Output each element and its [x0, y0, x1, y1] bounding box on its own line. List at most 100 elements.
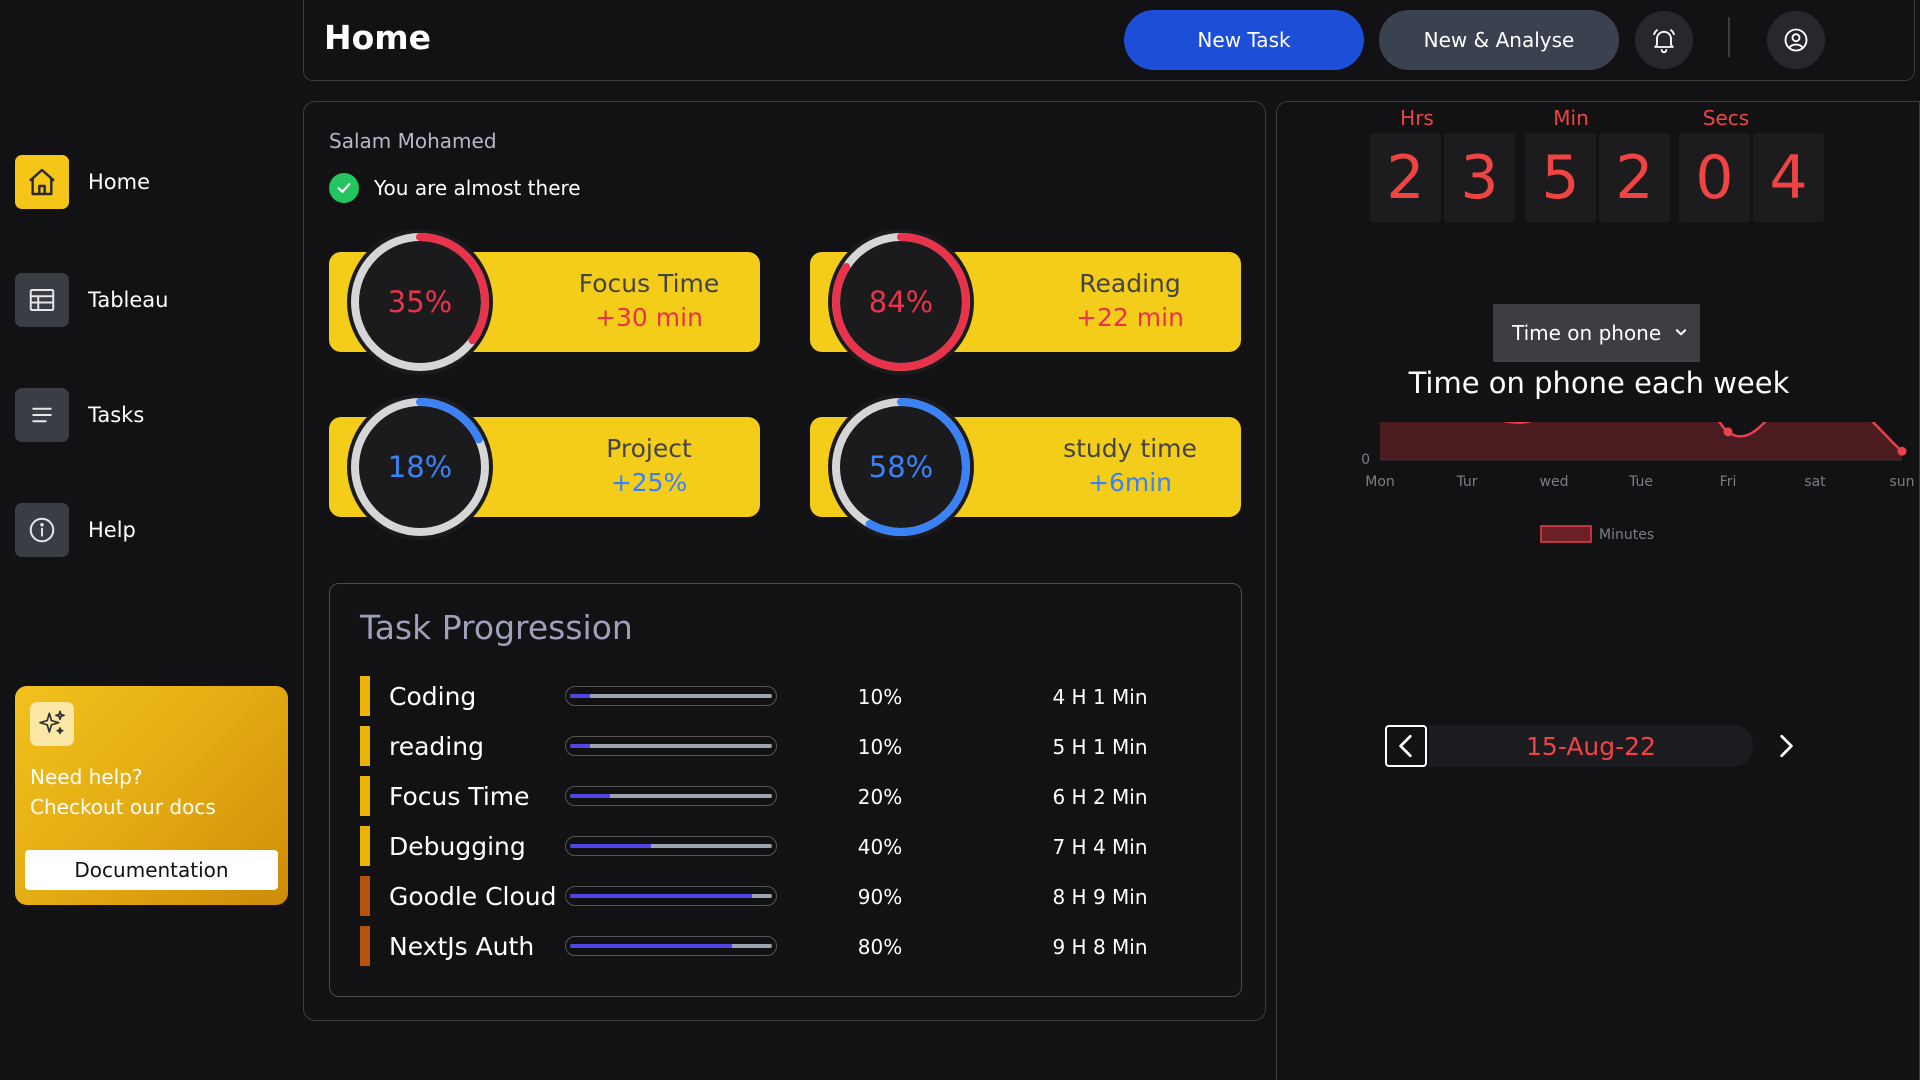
task-marker — [360, 726, 370, 766]
help-card: Need help? Checkout our docs Documentati… — [15, 686, 288, 905]
stat-card-reading: 84% Reading +22 min — [810, 229, 1241, 375]
task-time: 7 H 4 Min — [1052, 835, 1148, 859]
task-marker — [360, 676, 370, 716]
task-progress-bar — [565, 786, 777, 806]
task-row[interactable]: reading 10% 5 H 1 Min — [360, 726, 1220, 766]
y-tick-label: 50 — [1352, 422, 1370, 424]
metric-select-value: Time on phone — [1512, 321, 1662, 345]
page-title: Home — [324, 18, 432, 57]
task-row[interactable]: NextJs Auth 80% 9 H 8 Min — [360, 926, 1220, 966]
task-name: NextJs Auth — [389, 932, 535, 961]
task-progress-bar — [565, 736, 777, 756]
stat-percent: 35% — [387, 285, 453, 319]
status-text: You are almost there — [374, 176, 581, 200]
x-tick-label: Mon — [1365, 474, 1395, 490]
stat-percent: 58% — [868, 450, 934, 484]
timer-digit: 2 — [1599, 133, 1670, 222]
sidebar-item-home[interactable]: Home — [15, 155, 150, 209]
task-progress-bar — [565, 686, 777, 706]
stat-delta: +30 min — [595, 303, 703, 332]
right-panel: Hrs Min Secs 2 3 5 2 0 4 Time on phone T… — [1276, 101, 1920, 1080]
task-row[interactable]: Coding 10% 4 H 1 Min — [360, 676, 1220, 716]
task-time: 4 H 1 Min — [1052, 685, 1148, 709]
next-date-button[interactable] — [1765, 725, 1807, 767]
sidebar: Home Tableau Tasks Help Need help? Check… — [0, 0, 300, 1080]
task-percent: 80% — [857, 935, 903, 959]
stat-card-study-time: 58% study time +6min — [810, 394, 1241, 540]
data-point — [1723, 427, 1733, 437]
task-time: 9 H 8 Min — [1052, 935, 1148, 959]
task-progress-bar — [565, 836, 777, 856]
task-marker — [360, 776, 370, 816]
sidebar-item-label: Home — [88, 170, 151, 194]
chevron-down-icon — [1675, 329, 1687, 336]
task-name: Coding — [389, 682, 477, 711]
task-row[interactable]: Goodle Cloud 90% 8 H 9 Min — [360, 876, 1220, 916]
task-name: Focus Time — [389, 782, 530, 811]
legend-label: Minutes — [1599, 527, 1654, 543]
stat-card-focus-time: 35% Focus Time +30 min — [329, 229, 760, 375]
task-progress-fill — [570, 894, 752, 898]
task-percent: 10% — [857, 735, 903, 759]
progress-ring: 35% — [347, 229, 493, 375]
new-task-button[interactable]: New Task — [1124, 10, 1364, 70]
help-subtitle: Checkout our docs — [30, 795, 216, 819]
task-percent: 90% — [857, 885, 903, 909]
phone-time-chart: 050100150200250MonTurwedTueFrisatsunMinu… — [1352, 422, 1915, 543]
header-divider — [1728, 17, 1730, 57]
task-percent: 40% — [857, 835, 903, 859]
check-circle-icon — [329, 173, 359, 203]
task-progress-fill — [570, 744, 591, 748]
user-circle-icon[interactable] — [1767, 11, 1825, 69]
stat-title: Focus Time — [578, 269, 720, 298]
prev-date-button[interactable] — [1385, 725, 1427, 767]
task-time: 6 H 2 Min — [1052, 785, 1148, 809]
stat-delta: +25% — [610, 468, 688, 497]
task-progress-fill — [570, 794, 611, 798]
status-row: You are almost there — [329, 173, 581, 203]
help-text: Need help? Checkout our docs — [30, 762, 270, 822]
task-name: reading — [389, 732, 484, 761]
metric-select[interactable]: Time on phone — [1493, 304, 1700, 362]
new-analyse-button[interactable]: New & Analyse — [1379, 10, 1619, 70]
sparkle-icon — [30, 702, 74, 746]
top-header: Home New Task New & Analyse — [303, 0, 1915, 81]
timer-hrs-label: Hrs — [1400, 106, 1434, 130]
x-tick-label: sun — [1889, 474, 1914, 490]
bell-icon[interactable] — [1635, 11, 1693, 69]
sidebar-item-label: Help — [88, 518, 136, 542]
task-progress-fill — [570, 694, 591, 698]
task-row[interactable]: Focus Time 20% 6 H 2 Min — [360, 776, 1220, 816]
stat-title: Project — [606, 434, 692, 463]
date-display: 15-Aug-22 — [1429, 725, 1753, 767]
task-progression-title: Task Progression — [360, 608, 633, 647]
timer-digit: 2 — [1370, 133, 1441, 222]
task-progress-bar — [565, 886, 777, 906]
task-time: 8 H 9 Min — [1052, 885, 1148, 909]
user-name: Salam Mohamed — [329, 129, 497, 153]
stat-delta: +6min — [1088, 468, 1172, 497]
stat-percent: 84% — [868, 285, 934, 319]
info-icon — [15, 503, 69, 557]
sidebar-item-help[interactable]: Help — [15, 503, 136, 557]
documentation-button[interactable]: Documentation — [25, 850, 278, 890]
timer-digit: 0 — [1679, 133, 1750, 222]
sidebar-item-tableau[interactable]: Tableau — [15, 273, 168, 327]
stat-title: study time — [1063, 434, 1197, 463]
task-percent: 10% — [857, 685, 903, 709]
stat-delta: +22 min — [1076, 303, 1184, 332]
x-tick-label: Tur — [1455, 474, 1477, 490]
chart-title: Time on phone each week — [1408, 366, 1790, 400]
stat-percent: 18% — [387, 450, 453, 484]
task-progress-fill — [570, 944, 732, 948]
task-progress-bar — [565, 936, 777, 956]
stat-card-project: 18% Project +25% — [329, 394, 760, 540]
timer-min-label: Min — [1553, 106, 1589, 130]
timer-digit: 4 — [1753, 133, 1824, 222]
task-row[interactable]: Debugging 40% 7 H 4 Min — [360, 826, 1220, 866]
timer-digit: 5 — [1525, 133, 1596, 222]
stat-title: Reading — [1079, 269, 1181, 298]
series-area — [1380, 422, 1902, 460]
chevron-left-icon — [1399, 734, 1412, 758]
sidebar-item-tasks[interactable]: Tasks — [15, 388, 144, 442]
